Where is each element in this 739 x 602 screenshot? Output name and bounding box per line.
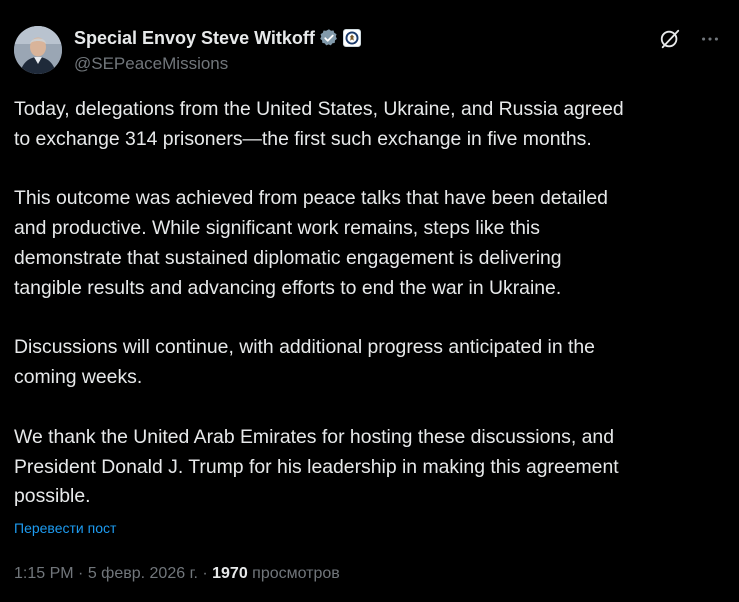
tweet-line: and productive. While significant work r… (14, 217, 540, 240)
tweet-paragraph: This outcome was achieved from peace tal… (14, 184, 724, 303)
tweet-paragraph: We thank the United Arab Emirates for ho… (14, 423, 724, 512)
tweet-paragraph: Discussions will continue, with addition… (14, 333, 724, 393)
meta-separator: · (78, 565, 84, 582)
views-label: просмотров (252, 565, 340, 582)
tweet-text: Today, delegations from the United State… (14, 95, 724, 512)
display-name-row: Special Envoy Steve Witkoff (74, 26, 361, 50)
tweet-line: demonstrate that sustained diplomatic en… (14, 246, 562, 269)
avatar-portrait-icon (14, 26, 62, 74)
author-names: Special Envoy Steve Witkoff @SEPeaceMiss… (74, 26, 361, 74)
verified-badge-icon[interactable] (319, 28, 339, 48)
display-name[interactable]: Special Envoy Steve Witkoff (74, 28, 315, 49)
tweet-line: coming weeks. (14, 366, 143, 389)
tweet-line: President Donald J. Trump for his leader… (14, 455, 619, 478)
tweet-line: tangible results and advancing efforts t… (14, 276, 562, 299)
translate-post-link[interactable]: Перевести пост (14, 520, 116, 536)
tweet-meta: 1:15 PM · 5 февр. 2026 г. · 1970 просмот… (14, 565, 340, 583)
more-icon[interactable] (699, 28, 721, 50)
grok-icon[interactable] (659, 28, 681, 50)
meta-separator: · (202, 565, 208, 582)
avatar[interactable] (14, 26, 62, 74)
tweet-line: possible. (14, 485, 91, 508)
tweet-line: Discussions will continue, with addition… (14, 336, 595, 359)
state-department-seal-icon[interactable] (342, 29, 361, 47)
views-count: 1970 (212, 565, 248, 582)
tweet-paragraph: Today, delegations from the United State… (14, 95, 724, 155)
tweet-header: Special Envoy Steve Witkoff @SEPeaceMiss… (14, 24, 725, 76)
post-date[interactable]: 5 февр. 2026 г. (88, 565, 198, 582)
tweet-line: We thank the United Arab Emirates for ho… (14, 425, 615, 448)
post-time[interactable]: 1:15 PM (14, 565, 74, 582)
tweet-line: to exchange 314 prisoners—the first such… (14, 127, 592, 150)
tweet-line: Today, delegations from the United State… (14, 98, 624, 120)
tweet-line: This outcome was achieved from peace tal… (14, 187, 608, 210)
author-handle[interactable]: @SEPeaceMissions (74, 54, 361, 74)
